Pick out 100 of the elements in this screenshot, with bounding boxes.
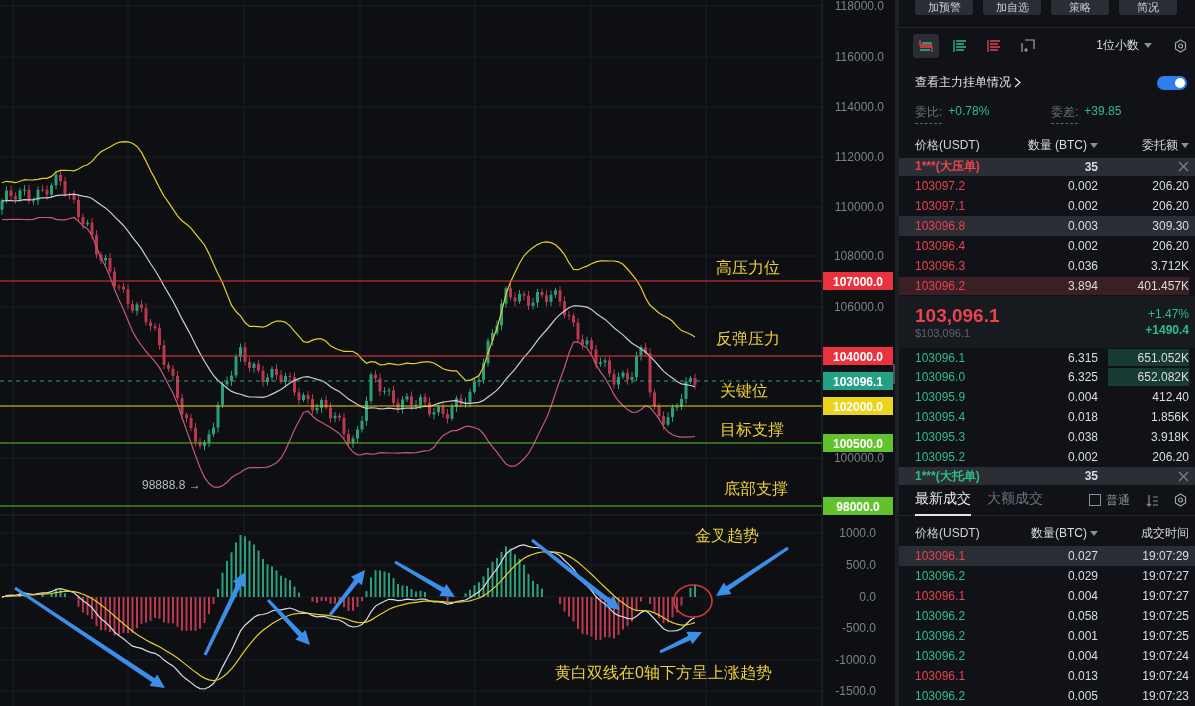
column-header[interactable]: 数量(BTC) <box>1031 524 1098 542</box>
trade-quantity: 0.027 <box>1067 549 1098 564</box>
chart-annotation: 目标支撑 <box>720 421 784 438</box>
axis-label: 112000.0 <box>834 150 884 164</box>
axis-label: 116000.0 <box>834 50 884 64</box>
precision-dropdown[interactable]: 1位小数 <box>1096 37 1152 55</box>
order-book-row[interactable]: 103096.1 6.315 651.052K <box>899 347 1195 368</box>
order-quantity: 0.004 <box>1067 390 1098 405</box>
order-book-row[interactable]: 103096.4 0.002 206.20 <box>899 235 1195 256</box>
order-amount: 309.30 <box>1152 218 1189 233</box>
order-price: 103096.3 <box>915 258 967 273</box>
trade-price: 103096.2 <box>915 629 967 644</box>
axis-label: 0.0 <box>859 590 876 604</box>
order-price: 103095.2 <box>915 450 967 465</box>
column-header[interactable]: 数量 (BTC) <box>1027 137 1098 155</box>
trade-quantity: 0.004 <box>1067 589 1098 604</box>
banner-count: 35 <box>1084 469 1098 484</box>
order-book-row[interactable]: 103095.2 0.002 206.20 <box>899 447 1195 468</box>
order-book-row[interactable]: 103097.2 0.002 206.20 <box>899 175 1195 196</box>
trade-quantity: 0.058 <box>1067 609 1098 624</box>
order-amount: 206.20 <box>1152 450 1189 465</box>
axis-label: 108000.0 <box>833 249 884 263</box>
large-order-banner[interactable]: 1***(大压单) 35 <box>899 157 1195 176</box>
order-price: 103097.2 <box>915 178 967 193</box>
trade-time: 19:07:29 <box>1142 549 1189 564</box>
order-price: 103096.1 <box>915 350 967 365</box>
axis-label: -1500.0 <box>835 684 876 698</box>
order-price: 103096.2 <box>915 278 967 293</box>
trade-time: 19:07:23 <box>1142 689 1189 703</box>
order-quantity: 0.038 <box>1067 430 1098 445</box>
order-amount: 206.20 <box>1152 198 1189 213</box>
low-price-label: 98888.8 → <box>142 478 201 492</box>
trade-price: 103096.1 <box>915 669 967 684</box>
order-book-row[interactable]: 103096.8 0.003 309.30 <box>899 215 1195 236</box>
trade-time: 19:07:27 <box>1142 569 1189 584</box>
axis-label: 110000.0 <box>834 200 884 214</box>
stat-label: 委比: <box>915 103 943 124</box>
order-amount: 412.40 <box>1152 390 1189 405</box>
trade-price: 103096.2 <box>915 649 967 664</box>
order-book-row[interactable]: 103095.9 0.004 412.40 <box>899 387 1195 408</box>
normal-filter-checkbox[interactable]: 普通 <box>1089 491 1130 509</box>
last-price-usd: $103,096.1 <box>915 326 972 339</box>
top-button[interactable]: 简况 <box>1119 0 1177 15</box>
trade-quantity: 0.013 <box>1067 669 1098 684</box>
order-amount: 206.20 <box>1152 178 1189 193</box>
axis-label: -1000.0 <box>835 653 876 667</box>
order-quantity: 3.894 <box>1067 278 1098 293</box>
axis-label: 106000.0 <box>833 300 884 314</box>
trade-price: 103096.1 <box>915 589 967 604</box>
chart-annotation: 反弹压力 <box>716 330 780 347</box>
order-amount: 651.052K <box>1137 350 1189 365</box>
order-quantity: 6.325 <box>1067 370 1098 385</box>
order-price: 103096.0 <box>915 370 967 385</box>
order-price: 103095.4 <box>915 410 967 425</box>
top-button[interactable]: 加预警 <box>915 0 973 15</box>
order-price: 103097.1 <box>915 198 967 213</box>
price-change-percent: +1.47% <box>1147 306 1189 321</box>
chart-annotation: 关键位 <box>720 382 768 399</box>
axis-label: 118000.0 <box>834 0 884 13</box>
order-amount: 3.918K <box>1150 430 1189 445</box>
last-price: 103,096.1 <box>915 304 1000 327</box>
trade-time: 19:07:24 <box>1142 669 1189 684</box>
order-book-row[interactable]: 103096.0 6.325 652.082K <box>899 367 1195 388</box>
big-orders-link[interactable]: 查看主力挂单情况 <box>915 74 1011 92</box>
order-quantity: 0.002 <box>1067 178 1098 193</box>
stat-value: +39.85 <box>1084 103 1122 120</box>
top-button[interactable]: 加自选 <box>983 0 1041 15</box>
price-tag: 103096.1 <box>823 372 893 390</box>
order-book-row[interactable]: 103095.3 0.038 3.918K <box>899 427 1195 448</box>
order-amount: 206.20 <box>1152 238 1189 253</box>
trade-quantity: 0.005 <box>1067 689 1098 703</box>
trade-time: 19:07:25 <box>1142 609 1189 624</box>
order-book-row[interactable]: 103096.3 0.036 3.712K <box>899 255 1195 276</box>
order-quantity: 0.002 <box>1067 450 1098 465</box>
large-order-banner[interactable]: 1***(大托单) 35 <box>899 467 1195 486</box>
order-amount: 401.457K <box>1137 278 1189 293</box>
column-header[interactable]: 委托额 <box>1142 137 1189 155</box>
order-quantity: 0.018 <box>1067 410 1098 425</box>
banner-label: 1***(大压单) <box>915 158 981 176</box>
order-book-row[interactable]: 103097.1 0.002 206.20 <box>899 195 1195 216</box>
order-book-row[interactable]: 103096.2 3.894 401.457K <box>899 275 1195 296</box>
trades-tab[interactable]: 大额成交 <box>987 484 1043 517</box>
price-tag: 98000.0 <box>823 497 893 515</box>
axis-label: 500.0 <box>845 558 876 572</box>
axis-label: -500.0 <box>841 621 876 635</box>
axis-label: 100000.0 <box>833 451 884 465</box>
axis-label: 1000.0 <box>839 526 876 540</box>
trade-price: 103096.1 <box>915 549 967 564</box>
trade-quantity: 0.001 <box>1067 629 1098 644</box>
price-tag: 102000.0 <box>823 397 893 415</box>
order-book-row[interactable]: 103095.4 0.018 1.856K <box>899 407 1195 428</box>
chart-annotation: 底部支撑 <box>724 480 788 497</box>
stat-label: 委差: <box>1051 103 1079 124</box>
order-price: 103096.4 <box>915 238 967 253</box>
top-button[interactable]: 策略 <box>1051 0 1109 15</box>
trade-time: 19:07:25 <box>1142 629 1189 644</box>
price-tag: 104000.0 <box>823 347 893 365</box>
trades-tab[interactable]: 最新成交 <box>915 484 971 517</box>
trade-price: 103096.2 <box>915 569 967 584</box>
chart-annotation: 高压力位 <box>716 259 780 276</box>
